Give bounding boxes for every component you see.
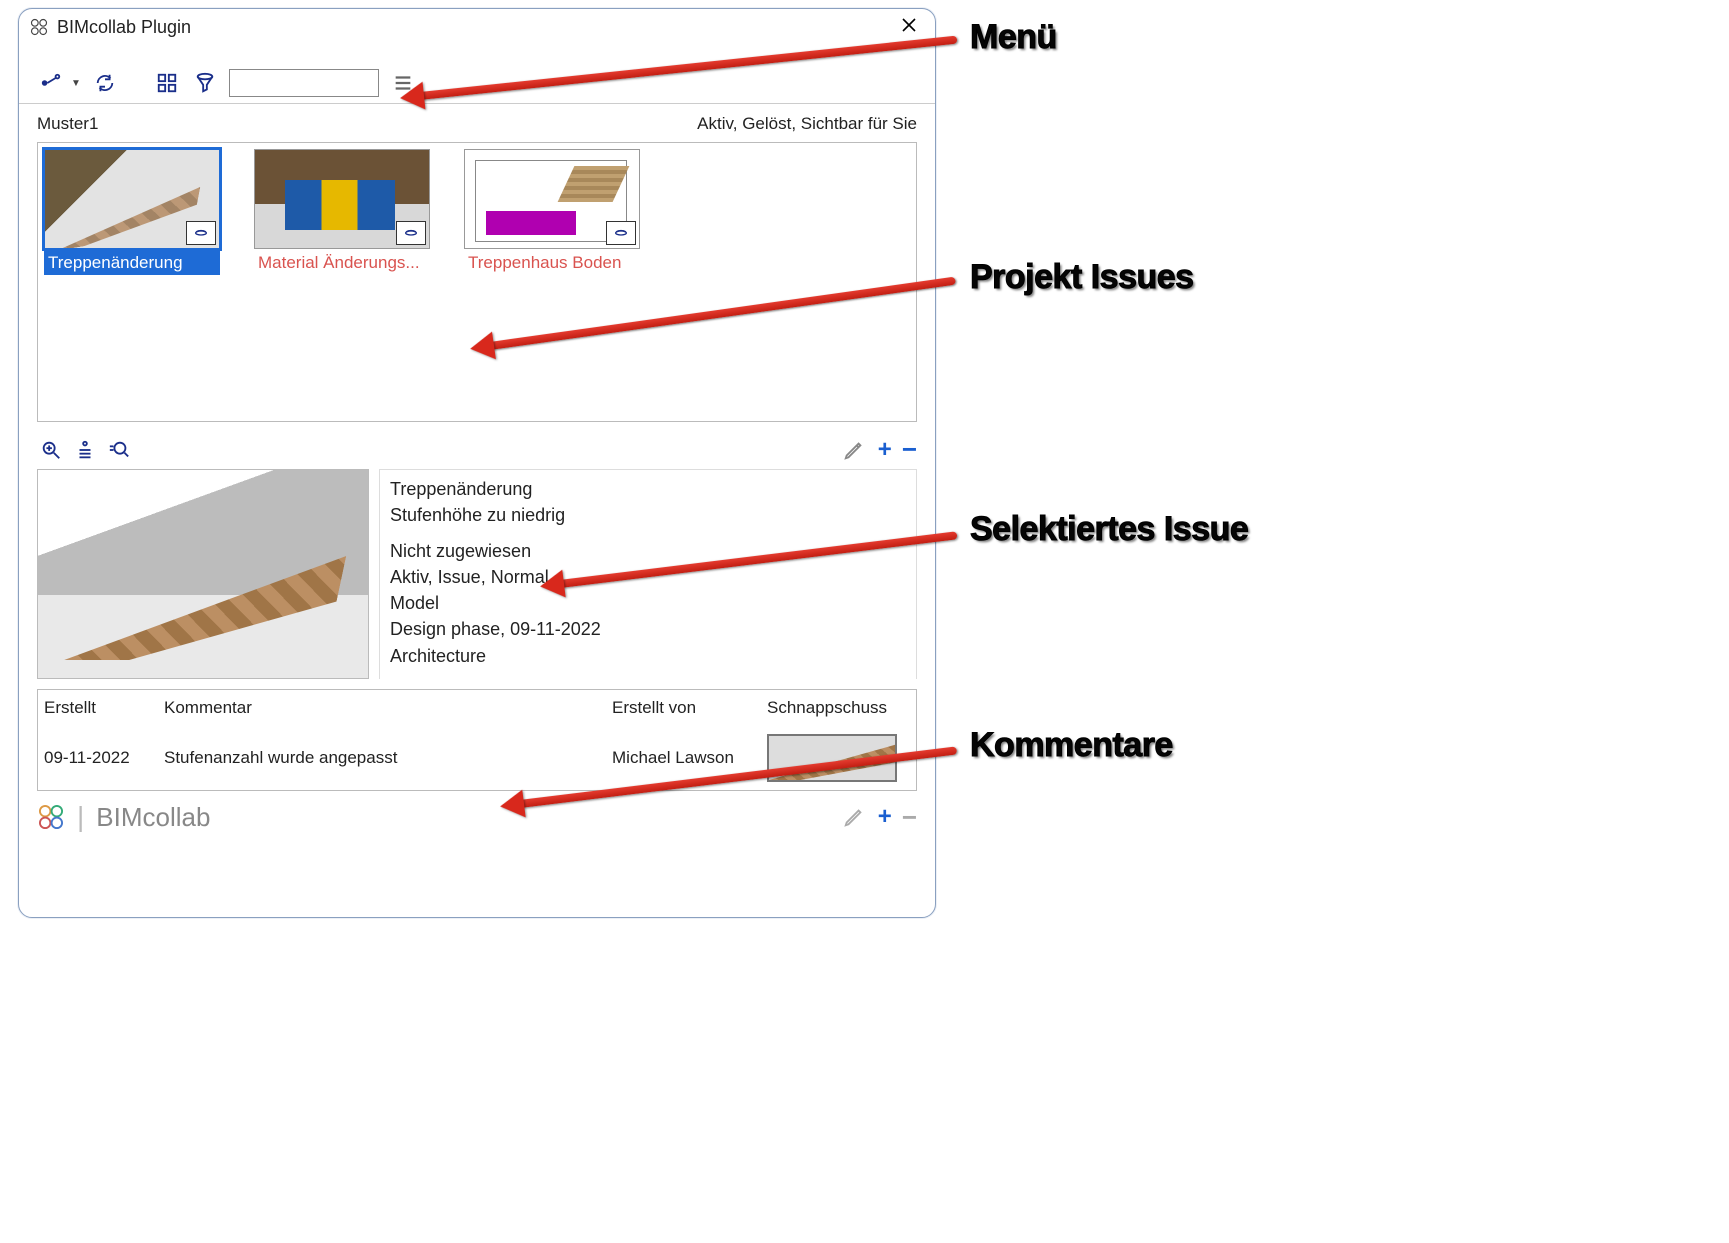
brand-separator: | xyxy=(77,801,84,833)
issue-label: Material Änderungs... xyxy=(254,251,430,275)
edit-icon[interactable] xyxy=(840,436,868,464)
remove-button[interactable]: − xyxy=(902,434,917,465)
issue-thumbnail xyxy=(44,149,220,249)
plugin-dialog: BIMcollab Plugin ▼ Muster1 Aktiv, Gelöst… xyxy=(18,8,936,918)
col-header-date: Erstellt xyxy=(38,690,158,726)
edit-comment-icon[interactable] xyxy=(840,803,868,831)
issue-detail: Treppenänderung Stufenhöhe zu niedrig Ni… xyxy=(19,469,935,679)
comments-table: Erstellt Kommentar Erstellt von Schnapps… xyxy=(37,689,917,791)
viewpoint-icon[interactable] xyxy=(396,221,426,245)
col-header-snapshot: Schnappschuss xyxy=(761,690,916,726)
comments-header-row: Erstellt Kommentar Erstellt von Schnapps… xyxy=(38,690,916,726)
comment-row[interactable]: 09-11-2022 Stufenanzahl wurde angepasst … xyxy=(38,726,916,790)
issue-label: Treppenänderung xyxy=(44,251,220,275)
bimcollab-logo-icon xyxy=(37,803,65,831)
issue-thumbnail xyxy=(254,149,430,249)
issue-card[interactable]: Material Änderungs... xyxy=(254,149,430,275)
dropdown-caret-icon[interactable]: ▼ xyxy=(71,78,81,89)
issue-thumbnail xyxy=(464,149,640,249)
detail-phase: Design phase, 09-11-2022 xyxy=(390,616,906,642)
detail-title: Treppenänderung xyxy=(390,476,906,502)
filter-summary: Aktiv, Gelöst, Sichtbar für Sie xyxy=(697,114,917,134)
add-comment-button[interactable]: + xyxy=(878,803,892,831)
detail-discipline: Architecture xyxy=(390,643,906,669)
brand: | BIMcollab xyxy=(37,801,210,833)
issue-card[interactable]: Treppenänderung xyxy=(44,149,220,275)
comment-author: Michael Lawson xyxy=(606,740,761,776)
annotation-menu-label: Menü xyxy=(970,18,1057,57)
close-button[interactable] xyxy=(895,15,923,39)
comment-date: 09-11-2022 xyxy=(38,740,158,776)
info-list-icon[interactable] xyxy=(71,436,99,464)
subheader: Muster1 Aktiv, Gelöst, Sichtbar für Sie xyxy=(19,104,935,142)
sync-icon[interactable] xyxy=(91,69,119,97)
annotation-issues-label: Projekt Issues xyxy=(970,258,1194,297)
detail-preview-image[interactable] xyxy=(37,469,369,679)
viewpoint-icon[interactable] xyxy=(606,221,636,245)
add-button[interactable]: + xyxy=(878,436,892,464)
filter-icon[interactable] xyxy=(191,69,219,97)
project-name: Muster1 xyxy=(37,114,98,134)
grid-view-icon[interactable] xyxy=(153,69,181,97)
dialog-footer: | BIMcollab + − xyxy=(19,791,935,841)
detail-toolbar: + − xyxy=(19,422,935,469)
search-input[interactable] xyxy=(229,69,379,97)
annotation-comments-label: Kommentare xyxy=(970,726,1173,765)
bimcollab-logo-icon xyxy=(29,17,49,37)
issues-panel: Treppenänderung Material Änderungs... Tr… xyxy=(37,142,917,422)
refresh-search-icon[interactable] xyxy=(105,436,133,464)
detail-milestone: Model xyxy=(390,590,906,616)
title-bar: BIMcollab Plugin xyxy=(19,9,935,43)
window-title: BIMcollab Plugin xyxy=(57,17,191,38)
brand-text: BIMcollab xyxy=(96,802,210,833)
col-header-comment: Kommentar xyxy=(158,690,606,726)
viewpoint-icon[interactable] xyxy=(186,221,216,245)
comment-text: Stufenanzahl wurde angepasst xyxy=(158,740,606,776)
detail-subtitle: Stufenhöhe zu niedrig xyxy=(390,502,906,528)
connection-icon[interactable] xyxy=(37,69,65,97)
issue-label: Treppenhaus Boden xyxy=(464,251,640,275)
issue-card[interactable]: Treppenhaus Boden xyxy=(464,149,640,275)
zoom-in-icon[interactable] xyxy=(37,436,65,464)
annotation-selected-label: Selektiertes Issue xyxy=(970,510,1248,549)
col-header-author: Erstellt von xyxy=(606,690,761,726)
remove-comment-button[interactable]: − xyxy=(902,802,917,833)
